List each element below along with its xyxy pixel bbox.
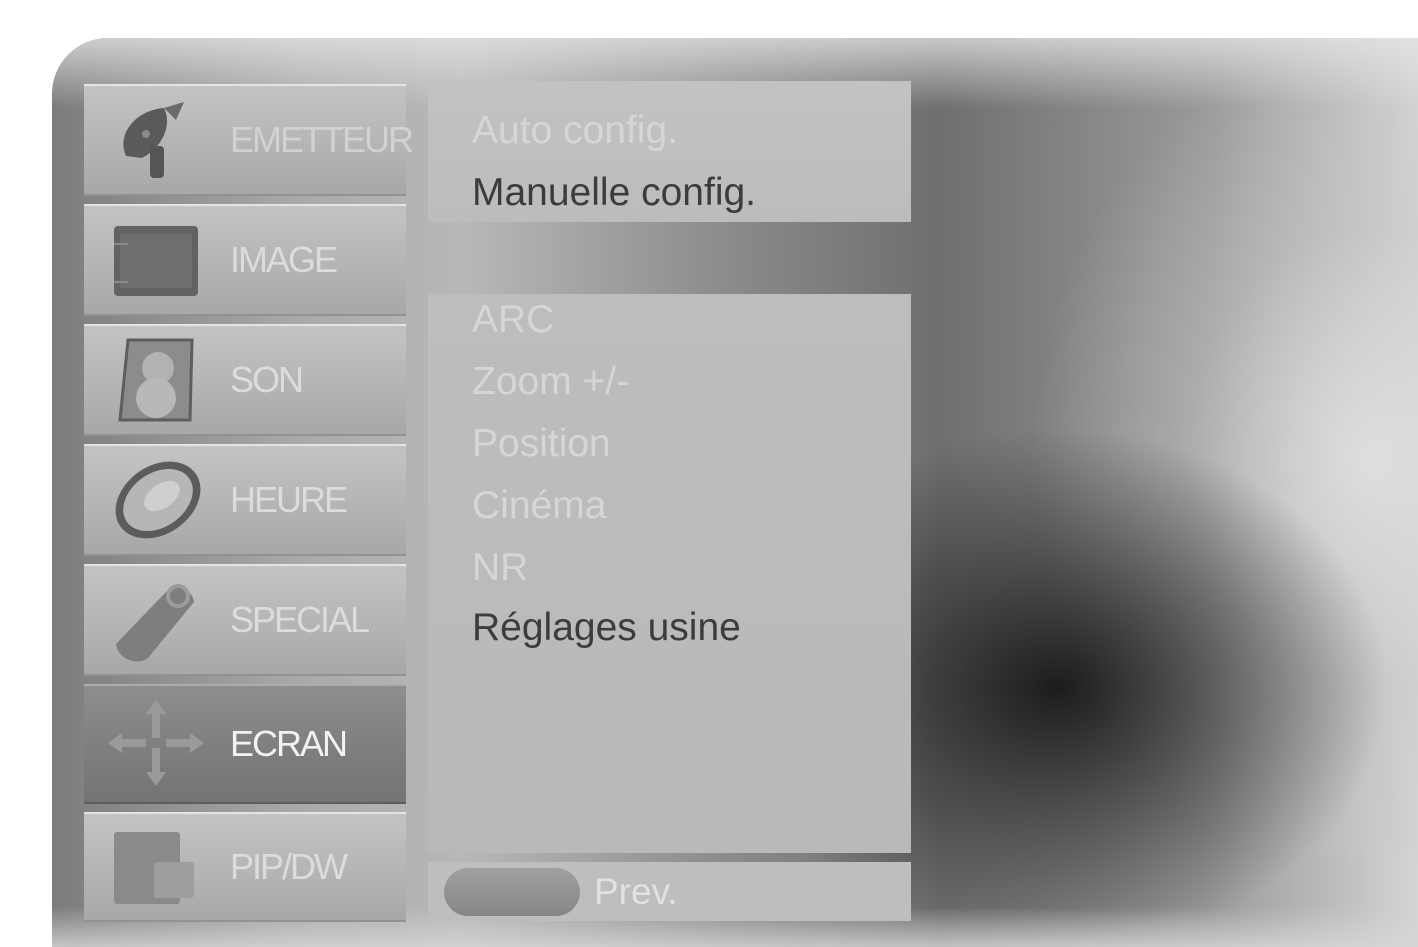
satellite-dish-icon [123, 102, 184, 178]
option-auto-config[interactable]: Auto config. [472, 109, 678, 153]
option-arc[interactable]: ARC [472, 298, 554, 342]
option-reglages-usine[interactable]: Réglages usine [472, 606, 741, 650]
prev-button[interactable] [444, 868, 580, 916]
sidebar-item-label: EMETTEUR [230, 119, 414, 160]
speaker-icon [118, 338, 194, 422]
config-panel: Auto config. Manuelle config. [428, 81, 911, 222]
sidebar-item-emetteur[interactable]: EMETTEUR [84, 84, 414, 196]
prev-label: Prev. [594, 870, 678, 912]
sidebar-item-label: ECRAN [230, 723, 348, 764]
sidebar-item-label: HEURE [230, 479, 348, 520]
sidebar-item-special[interactable]: SPECIAL [84, 564, 406, 676]
ecran-options-panel: ARC Zoom +/- Position Cinéma NR Réglages… [428, 294, 911, 853]
option-manuelle-config[interactable]: Manuelle config. [472, 171, 756, 215]
sidebar-item-pip-dw[interactable]: PIP/DW [84, 812, 406, 922]
sidebar-item-label: SON [230, 359, 304, 400]
sidebar-item-image[interactable]: IMAGE [84, 204, 406, 316]
sidebar-item-heure[interactable]: HEURE [84, 444, 406, 556]
option-position[interactable]: Position [472, 422, 611, 466]
sidebar-item-ecran[interactable]: ECRAN [84, 684, 406, 804]
option-cinema[interactable]: Cinéma [472, 484, 606, 528]
sidebar-item-label: SPECIAL [230, 599, 370, 640]
sidebar-item-son[interactable]: SON [84, 324, 406, 436]
footer-bar: Prev. [428, 862, 911, 921]
option-zoom[interactable]: Zoom +/- [472, 360, 629, 404]
sidebar-item-label: PIP/DW [230, 846, 348, 887]
osd-menu: EMETTEUR IMAGE SON HEURE SPECIAL ECRAN P… [52, 38, 1418, 947]
clock-icon [115, 461, 201, 539]
sidebar-item-label: IMAGE [230, 239, 338, 280]
picture-icon [114, 226, 198, 296]
option-nr[interactable]: NR [472, 546, 528, 590]
tag-icon [116, 584, 194, 662]
pip-screen-icon [114, 832, 194, 904]
move-arrows-icon [108, 700, 204, 786]
